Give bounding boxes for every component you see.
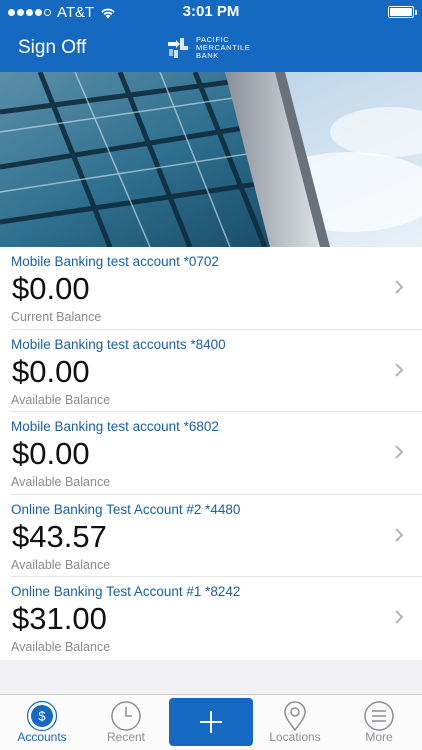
account-row[interactable]: Mobile Banking test account *0702 $0.00 … (11, 247, 422, 330)
chevron-right-icon (395, 528, 404, 542)
status-time: 3:01 PM (182, 3, 240, 20)
account-row[interactable]: Mobile Banking test account *6802 $0.00 … (11, 412, 422, 495)
chevron-right-icon (395, 610, 404, 625)
account-name: Online Banking Test Account #2 *4480 (11, 501, 241, 517)
clock-icon (111, 701, 141, 731)
dollar-circle-icon: $ (26, 700, 58, 732)
account-row[interactable]: Online Banking Test Account #1 *8242 $31… (11, 577, 422, 660)
add-button[interactable] (169, 698, 253, 746)
account-name: Mobile Banking test account *0702 (11, 254, 219, 269)
account-balance: $43.57 (12, 518, 107, 554)
account-name: Mobile Banking test accounts *8400 (11, 336, 226, 352)
chevron-right-icon (395, 362, 404, 377)
account-balance: $0.00 (12, 436, 90, 472)
svg-text:$: $ (38, 709, 46, 724)
tab-accounts[interactable]: $ Accounts (0, 695, 84, 750)
accounts-list: Mobile Banking test account *0702 $0.00 … (0, 247, 422, 660)
account-row[interactable]: Mobile Banking test accounts *8400 $0.00… (11, 330, 422, 413)
bank-logo-mark-icon (168, 38, 188, 58)
balance-type-label: Available Balance (11, 392, 111, 407)
top-bar: AT&T 3:01 PM Sign Off PACIFIC MERCANTILE (0, 0, 422, 72)
balance-type-label: Available Balance (11, 557, 111, 572)
chevron-right-icon (395, 280, 404, 294)
chevron-right-icon (395, 445, 404, 459)
tab-more[interactable]: More (337, 695, 421, 750)
account-balance: $0.00 (12, 353, 90, 389)
balance-type-label: Available Balance (11, 475, 111, 490)
account-row[interactable]: Online Banking Test Account #2 *4480 $43… (11, 495, 422, 578)
status-bar: AT&T 3:01 PM (0, 0, 422, 24)
tab-label: Accounts (17, 730, 67, 744)
bank-logo: PACIFIC MERCANTILE BANK (166, 36, 250, 60)
hero-image (0, 72, 422, 247)
menu-icon (364, 701, 394, 731)
map-pin-icon (284, 701, 306, 732)
balance-type-label: Available Balance (11, 640, 111, 655)
tab-label: Recent (106, 730, 146, 744)
balance-type-label: Current Balance (11, 310, 102, 324)
battery-icon (388, 6, 417, 18)
account-balance: $31.00 (12, 601, 107, 637)
account-name: Online Banking Test Account #1 *8242 (11, 584, 241, 600)
bank-logo-text: PACIFIC MERCANTILE BANK (196, 35, 251, 60)
tab-recent[interactable]: Recent (84, 695, 168, 750)
plus-icon (200, 711, 222, 733)
tab-label: More (365, 730, 393, 744)
account-name: Mobile Banking test account *6802 (11, 419, 219, 435)
account-balance: $0.00 (12, 271, 90, 306)
sign-off-button[interactable]: Sign Off (18, 37, 86, 59)
tab-bar: $ Accounts Recent Locations More (0, 694, 422, 750)
app-screen: AT&T 3:01 PM Sign Off PACIFIC MERCANTILE (0, 0, 422, 750)
tab-locations[interactable]: Locations (253, 695, 337, 750)
tab-label: Locations (269, 730, 321, 744)
